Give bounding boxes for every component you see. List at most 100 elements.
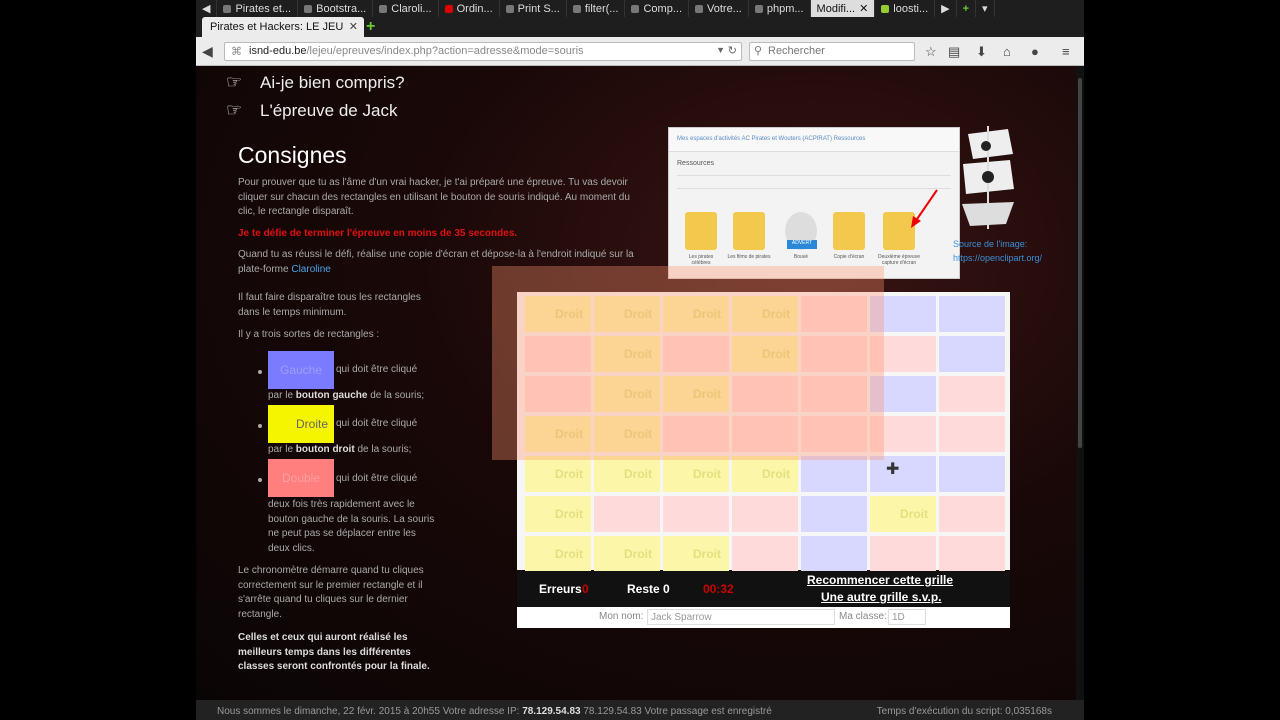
tab-scroll-left[interactable]: ◀ bbox=[196, 0, 218, 17]
menu-item-compris[interactable]: ☞ Ai-je bien compris? bbox=[226, 72, 405, 93]
source-link[interactable]: https://openclipart.org/ bbox=[953, 251, 1042, 265]
grid-cell-double[interactable] bbox=[732, 496, 798, 532]
grid-cell-double[interactable] bbox=[939, 536, 1005, 572]
grid-cell-double[interactable] bbox=[732, 416, 798, 452]
tab-1[interactable]: Pirates et... bbox=[217, 0, 299, 17]
grid-cell-double[interactable] bbox=[732, 376, 798, 412]
scrollbar-thumb[interactable] bbox=[1078, 78, 1082, 448]
legend-double-box: Double bbox=[268, 459, 334, 497]
grid-cell-droite[interactable]: Droit bbox=[594, 376, 660, 412]
grid-cell-gauche[interactable] bbox=[870, 456, 936, 492]
tab-11[interactable]: loosti... bbox=[875, 0, 936, 17]
tab-scroll-right[interactable]: ▶ bbox=[935, 0, 957, 17]
grid-cell-droite[interactable]: Droit bbox=[525, 416, 591, 452]
grid-cell-double[interactable] bbox=[801, 296, 867, 332]
tab-7[interactable]: Comp... bbox=[625, 0, 689, 17]
legend-gauche-label: Gauche bbox=[279, 363, 323, 377]
tab-list-icon[interactable]: ▾ bbox=[976, 0, 995, 17]
grid-cell-double[interactable] bbox=[594, 496, 660, 532]
grid-cell-gauche[interactable] bbox=[801, 536, 867, 572]
grid-cell-droite[interactable]: Droit bbox=[732, 336, 798, 372]
reload-icon[interactable]: ↻ bbox=[728, 44, 737, 57]
grid-cell-droite[interactable]: Droit bbox=[525, 456, 591, 492]
url-bar[interactable]: ⌘ isnd-edu.be/lejeu/epreuves/index.php?a… bbox=[224, 42, 742, 61]
cell-label: Droit bbox=[693, 547, 721, 561]
grid-cell-double[interactable] bbox=[870, 416, 936, 452]
grid-cell-double[interactable] bbox=[525, 336, 591, 372]
grid-cell-double[interactable] bbox=[801, 336, 867, 372]
restart-grid-link[interactable]: Recommencer cette grille bbox=[807, 573, 953, 587]
grid-cell-double[interactable] bbox=[801, 416, 867, 452]
tab-8[interactable]: Votre... bbox=[689, 0, 749, 17]
grid-cell-double[interactable] bbox=[939, 376, 1005, 412]
grid-cell-gauche[interactable] bbox=[870, 376, 936, 412]
site-info-icon[interactable]: ⌘ bbox=[231, 45, 242, 58]
grid-cell-droite[interactable]: Droit bbox=[732, 296, 798, 332]
home-icon[interactable]: ⌂ bbox=[1003, 44, 1011, 59]
grid-cell-droite[interactable]: Droit bbox=[525, 296, 591, 332]
grid-cell-droite[interactable]: Droit bbox=[594, 416, 660, 452]
grid-cell-double[interactable] bbox=[801, 376, 867, 412]
grid-cell-gauche[interactable] bbox=[939, 456, 1005, 492]
grid-cell-gauche[interactable] bbox=[870, 296, 936, 332]
history-dropdown-icon[interactable]: ▼ bbox=[716, 45, 725, 55]
tab-9[interactable]: phpm... bbox=[749, 0, 811, 17]
grid-cell-droite[interactable]: Droit bbox=[663, 536, 729, 572]
tab-6[interactable]: filter(... bbox=[567, 0, 626, 17]
grid-cell-droite[interactable]: Droit bbox=[663, 296, 729, 332]
tab-10[interactable]: Modifi... ✕ bbox=[810, 0, 876, 17]
bookmark-star-icon[interactable]: ☆ bbox=[925, 44, 937, 60]
tab-5[interactable]: Print S... bbox=[500, 0, 567, 17]
grid-cell-droite[interactable]: Droit bbox=[663, 456, 729, 492]
menu-hamburger-icon[interactable]: ≡ bbox=[1062, 44, 1070, 59]
grid-cell-droite[interactable]: Droit bbox=[663, 376, 729, 412]
example-screenshot: Mes espaces d'activités AC Pirates et Wo… bbox=[668, 127, 960, 279]
remaining-label: Reste 0 bbox=[627, 582, 670, 596]
class-input[interactable] bbox=[888, 609, 926, 625]
reading-list-icon[interactable]: ▤ bbox=[948, 44, 960, 60]
grid-cell-droite[interactable]: Droit bbox=[525, 496, 591, 532]
grid-cell-gauche[interactable] bbox=[939, 336, 1005, 372]
chat-icon[interactable]: ● bbox=[1031, 44, 1039, 59]
grid-cell-double[interactable] bbox=[870, 336, 936, 372]
grid-cell-double[interactable] bbox=[939, 416, 1005, 452]
folder-icon bbox=[733, 212, 765, 250]
claroline-link[interactable]: Claroline bbox=[291, 264, 330, 275]
tab-2[interactable]: Bootstra... bbox=[298, 0, 374, 17]
active-tab[interactable]: Pirates et Hackers: LE JEU ✕ bbox=[202, 17, 364, 37]
download-icon[interactable]: ⬇ bbox=[976, 44, 987, 60]
grid-cell-droite[interactable]: Droit bbox=[870, 496, 936, 532]
grid-cell-droite[interactable]: Droit bbox=[594, 336, 660, 372]
grid-cell-double[interactable] bbox=[663, 496, 729, 532]
cell-label: Droit bbox=[555, 427, 583, 441]
cell-label: Droit bbox=[555, 467, 583, 481]
grid-cell-gauche[interactable] bbox=[939, 296, 1005, 332]
grid-cell-droite[interactable]: Droit bbox=[525, 536, 591, 572]
grid-cell-droite[interactable]: Droit bbox=[594, 296, 660, 332]
timer-paragraph: Le chronomètre démarre quand tu cliques … bbox=[238, 565, 424, 620]
menu-item-epreuve[interactable]: ☞ L'épreuve de Jack bbox=[226, 100, 397, 121]
another-grid-link[interactable]: Une autre grille s.v.p. bbox=[821, 590, 941, 604]
grid-cell-double[interactable] bbox=[663, 336, 729, 372]
back-arrow-icon[interactable]: ◀ bbox=[202, 43, 213, 60]
grid-cell-droite[interactable]: Droit bbox=[732, 456, 798, 492]
close-tab-icon[interactable]: ✕ bbox=[349, 20, 358, 33]
cell-label: Droit bbox=[624, 387, 652, 401]
tab-3[interactable]: Claroli... bbox=[373, 0, 439, 17]
close-tab-icon[interactable]: ✕ bbox=[859, 2, 868, 15]
search-bar[interactable]: ⚲ Rechercher bbox=[749, 42, 915, 61]
grid-cell-double[interactable] bbox=[870, 536, 936, 572]
grid-cell-droite[interactable]: Droit bbox=[594, 456, 660, 492]
new-tab-plus-icon[interactable]: + bbox=[957, 0, 977, 17]
name-input[interactable] bbox=[647, 609, 835, 625]
grid-cell-double[interactable] bbox=[939, 496, 1005, 532]
grid-cell-double[interactable] bbox=[525, 376, 591, 412]
tab-4[interactable]: Ordin... bbox=[439, 0, 500, 17]
source-label: Source de l'image: bbox=[953, 239, 1028, 249]
grid-cell-double[interactable] bbox=[732, 536, 798, 572]
grid-cell-double[interactable] bbox=[663, 416, 729, 452]
new-tab-icon[interactable]: + bbox=[366, 18, 375, 36]
grid-cell-gauche[interactable] bbox=[801, 496, 867, 532]
grid-cell-droite[interactable]: Droit bbox=[594, 536, 660, 572]
grid-cell-gauche[interactable] bbox=[801, 456, 867, 492]
